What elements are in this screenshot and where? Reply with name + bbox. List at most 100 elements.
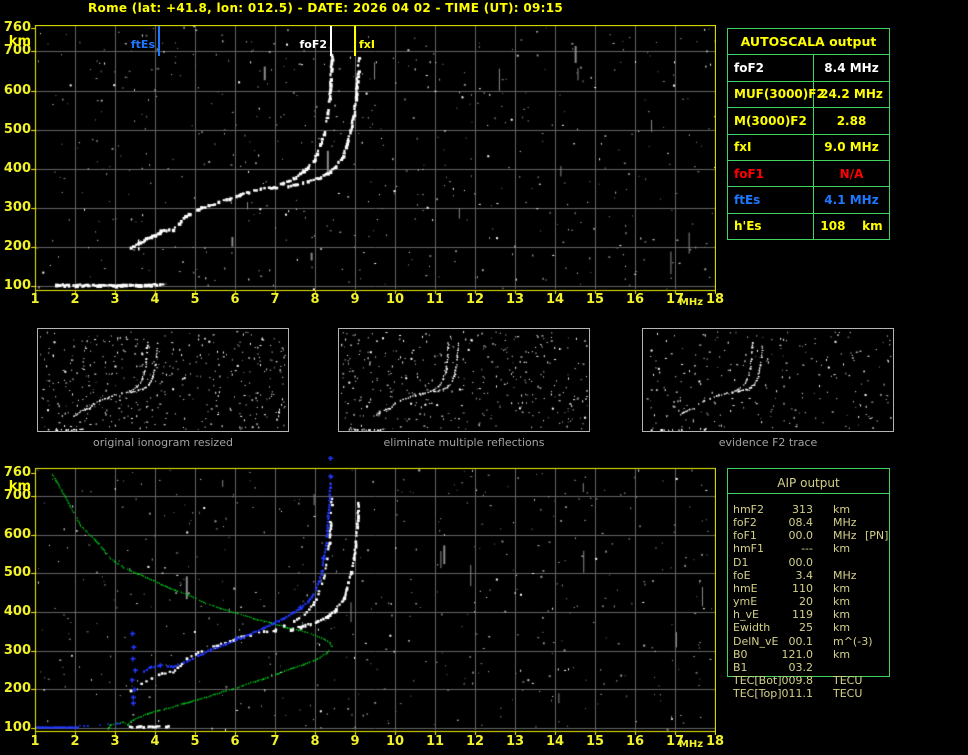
x-tick-label: 4 xyxy=(150,734,160,749)
aip-param-value: 00.0 xyxy=(788,529,814,543)
autoscala-param-label: fxI xyxy=(728,134,814,160)
aip-param-unit: TECU xyxy=(833,673,863,687)
page-title: Rome (lat: +41.8, lon: 012.5) - DATE: 20… xyxy=(88,1,564,15)
panel-caption-1: original ionogram resized xyxy=(93,436,233,449)
autoscala-screen: Rome (lat: +41.8, lon: 012.5) - DATE: 20… xyxy=(0,0,968,755)
x-tick-label: 12 xyxy=(465,292,485,307)
x-tick-label: 10 xyxy=(385,292,405,307)
marker-line-fof2 xyxy=(330,26,332,56)
marker-label-fxi: fxI xyxy=(359,38,375,51)
aip-row: ymE 20 km xyxy=(727,595,917,608)
table-row: fxI 9.0 MHz xyxy=(728,133,889,160)
aip-param-label: hmF1 xyxy=(733,542,765,556)
x-tick-label: 7 xyxy=(270,292,280,307)
aip-param-value: 08.4 xyxy=(788,516,814,530)
x-tick-label: 1 xyxy=(30,734,40,749)
y-axis-unit: km xyxy=(8,34,31,49)
x-tick-label: 16 xyxy=(625,292,645,307)
y-tick-label: 100 xyxy=(3,720,31,736)
aip-param-label: Ewidth xyxy=(733,621,771,635)
x-tick-label: 13 xyxy=(505,292,525,307)
autoscala-param-label: h'Es xyxy=(728,213,814,239)
aip-param-unit: m^(-3) xyxy=(833,634,873,648)
aip-param-value: 3.4 xyxy=(795,568,814,582)
x-tick-label: 8 xyxy=(310,734,320,749)
x-tick-label: 11 xyxy=(425,734,445,749)
x-tick-label: 6 xyxy=(230,734,240,749)
table-row: ftEs 4.1 MHz xyxy=(728,186,889,213)
aip-param-label: hmF2 xyxy=(733,503,765,516)
aip-header-separator xyxy=(728,493,889,494)
aip-row: D1 00.0 xyxy=(727,556,917,569)
x-tick-label: 15 xyxy=(585,292,605,307)
aip-param-value: 25 xyxy=(799,621,813,635)
aip-param-extra: [PN] xyxy=(865,529,889,543)
aip-param-label: B1 xyxy=(733,660,748,674)
x-tick-label: 13 xyxy=(505,734,525,749)
aip-param-value: 121.0 xyxy=(781,647,814,661)
aip-param-unit: km xyxy=(833,621,851,635)
y-tick-label: 500 xyxy=(3,121,31,137)
marker-line-fxi xyxy=(354,26,356,56)
aip-row: TEC[Top] 011.1 TECU xyxy=(727,687,917,700)
autoscala-output-table: AUTOSCALA output foF2 8.4 MHz MUF(3000)F2 2… xyxy=(727,28,890,240)
aip-row: TEC[Bot] 009.8 TECU xyxy=(727,674,917,687)
y-tick-label: 400 xyxy=(3,604,31,620)
autoscala-table-title: AUTOSCALA output xyxy=(740,34,877,50)
x-tick-label: 3 xyxy=(110,734,120,749)
autoscala-param-value: 9.0 MHz xyxy=(824,140,879,155)
aip-row: hmF2 313 km xyxy=(727,503,917,516)
top-ionogram-canvas xyxy=(30,25,716,295)
aip-table-title: AIP output xyxy=(777,476,840,490)
y-axis-unit: km xyxy=(8,479,31,494)
aip-param-unit: km xyxy=(833,581,851,595)
y-tick-label: 600 xyxy=(3,82,31,98)
aip-row: B1 03.2 xyxy=(727,661,917,674)
x-tick-label: 15 xyxy=(585,734,605,749)
x-tick-label: 18 xyxy=(705,292,725,307)
y-tick-label: 760 xyxy=(3,465,31,480)
autoscala-param-label: foF2 xyxy=(728,55,814,81)
x-tick-label: 2 xyxy=(70,734,80,749)
table-row: MUF(3000)F2 24.2 MHz xyxy=(728,80,889,108)
x-tick-label: 2 xyxy=(70,292,80,307)
aip-param-unit: MHz xyxy=(833,529,857,543)
autoscala-param-label: ftEs xyxy=(728,187,814,213)
aip-param-label: h_vE xyxy=(733,608,759,622)
y-tick-label: 100 xyxy=(3,277,31,293)
x-tick-label: 5 xyxy=(190,734,200,749)
aip-param-unit: MHz xyxy=(833,516,857,530)
x-tick-label: 14 xyxy=(545,292,565,307)
x-tick-label: 7 xyxy=(270,734,280,749)
autoscala-param-value: 4.1 MHz xyxy=(824,192,879,207)
aip-param-label: foE xyxy=(733,568,751,582)
aip-param-unit: km xyxy=(833,595,851,609)
aip-row: B0 121.0 km xyxy=(727,648,917,661)
x-tick-label: 14 xyxy=(545,734,565,749)
aip-param-value: 00.0 xyxy=(788,555,814,569)
panel-2 xyxy=(338,328,590,432)
autoscala-param-label: MUF(3000)F2 xyxy=(728,81,825,108)
aip-row: foE 3.4 MHz xyxy=(727,569,917,582)
y-tick-label: 400 xyxy=(3,160,31,176)
table-row: M(3000)F2 2.88 xyxy=(728,107,889,134)
x-tick-label: 5 xyxy=(190,292,200,307)
aip-row: foF1 00.0 MHz [PN] xyxy=(727,529,917,542)
aip-param-value: 119 xyxy=(792,608,813,622)
x-tick-label: 3 xyxy=(110,292,120,307)
panel-caption-3: evidence F2 trace xyxy=(718,436,818,449)
x-tick-label: 11 xyxy=(425,292,445,307)
aip-param-label: B0 xyxy=(733,647,748,661)
aip-row: Ewidth 25 km xyxy=(727,621,917,634)
panel-3 xyxy=(642,328,894,432)
autoscala-param-value: 2.88 xyxy=(836,113,867,128)
aip-param-value: 00.1 xyxy=(788,634,814,648)
aip-param-unit: MHz xyxy=(833,568,857,582)
y-tick-label: 200 xyxy=(3,681,31,697)
table-row: h'Es 108 km xyxy=(728,212,889,239)
x-tick-label: 12 xyxy=(465,734,485,749)
x-tick-label: 18 xyxy=(705,734,725,749)
x-axis-unit: MHz xyxy=(678,739,704,750)
x-tick-label: 9 xyxy=(350,292,360,307)
y-tick-label: 300 xyxy=(3,642,31,658)
